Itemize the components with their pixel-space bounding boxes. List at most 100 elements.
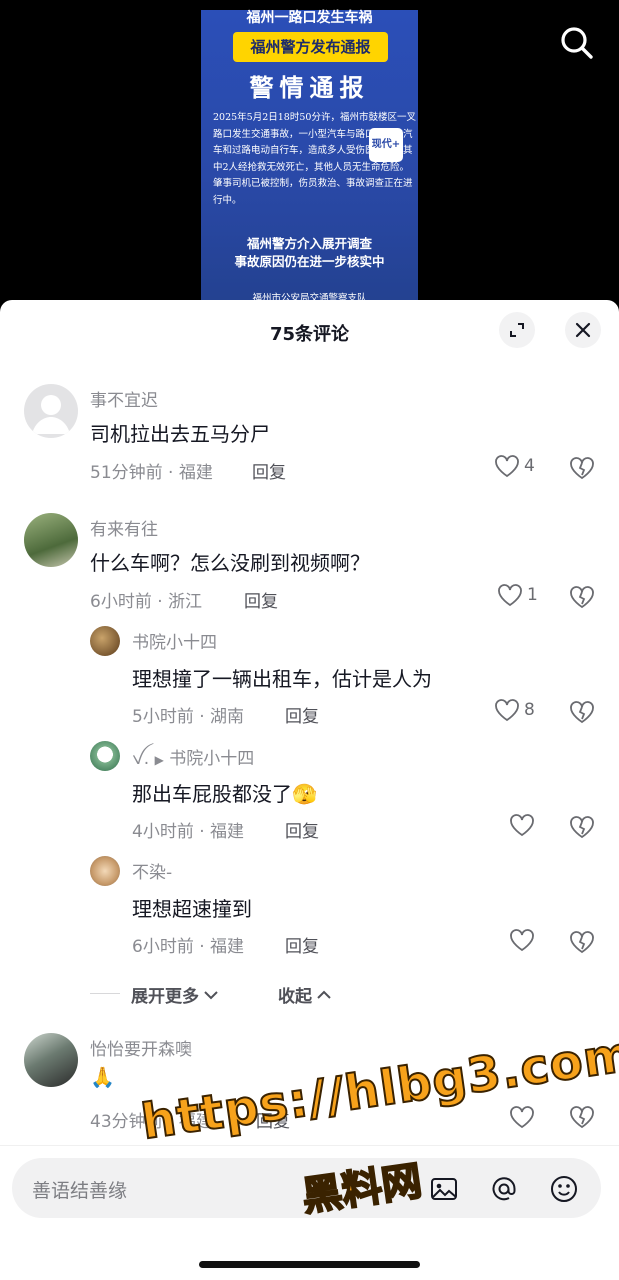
comment-time: 43分钟前 bbox=[90, 1112, 163, 1132]
collapse-label: 收起 bbox=[278, 987, 312, 1007]
like-button[interactable]: 4 bbox=[494, 454, 535, 478]
broken-heart-icon bbox=[570, 701, 594, 724]
expand-more-label: 展开更多 bbox=[131, 987, 199, 1007]
heart-icon bbox=[510, 1106, 534, 1129]
comment-location: 福建 bbox=[210, 822, 245, 842]
reply-item: 书院小十四 理想撞了一辆出租车，估计是人为 5小时前 · 湖南 回复 8 bbox=[0, 626, 619, 736]
comment-text[interactable]: 那出车屁股都没了🫣 bbox=[132, 778, 317, 807]
comment-username[interactable]: 书院小十四 bbox=[132, 628, 217, 653]
avatar[interactable] bbox=[90, 856, 120, 886]
search-icon[interactable] bbox=[558, 24, 596, 62]
expand-more-button[interactable]: 展开更多 bbox=[131, 982, 219, 1007]
close-icon bbox=[575, 322, 591, 338]
at-icon[interactable] bbox=[489, 1174, 519, 1204]
emoji-icon[interactable] bbox=[549, 1174, 579, 1204]
comment-text[interactable]: 司机拉出去五马分尸 bbox=[90, 418, 270, 447]
comment-location: 福建 bbox=[210, 937, 245, 957]
comment-time: 4小时前 bbox=[132, 822, 194, 842]
comment-username[interactable]: 事不宜迟 bbox=[90, 386, 158, 411]
video-player[interactable]: 福州一路口发生车祸 福州警方发布通报 警情通报 2025年5月2日18时50分许… bbox=[0, 0, 619, 320]
broken-heart-icon bbox=[570, 586, 594, 609]
home-indicator bbox=[199, 1261, 420, 1268]
poster-headline: 福州一路口发生车祸 bbox=[246, 10, 373, 26]
poster-subhead-1: 福州警方介入展开调查 bbox=[246, 236, 372, 251]
reply-button[interactable]: 回复 bbox=[285, 817, 319, 842]
comment-time: 5小时前 bbox=[132, 707, 194, 727]
expand-icon bbox=[510, 323, 524, 337]
broken-heart-icon bbox=[570, 1106, 594, 1129]
heart-icon bbox=[495, 455, 519, 478]
like-button[interactable] bbox=[509, 928, 535, 952]
comment-time: 51分钟前 bbox=[90, 463, 163, 483]
avatar[interactable] bbox=[24, 1033, 78, 1087]
reply-button[interactable]: 回复 bbox=[244, 587, 278, 612]
comment-text[interactable]: 理想超速撞到 bbox=[132, 893, 252, 922]
dislike-button[interactable] bbox=[569, 456, 595, 484]
like-button[interactable]: 8 bbox=[494, 698, 535, 722]
heart-icon bbox=[510, 814, 534, 837]
replies-toggle-row: 展开更多 收起 bbox=[90, 980, 390, 1008]
comments-sheet: 75条评论 事不宜迟 司机拉出去五马分尸 51分钟前 · 福建 回复 4 有来有… bbox=[0, 300, 619, 1280]
comment-text[interactable]: 什么车啊？怎么没刷到视频啊？ bbox=[90, 547, 370, 576]
reply-button[interactable]: 回复 bbox=[256, 1107, 290, 1132]
chevron-up-icon bbox=[317, 990, 331, 999]
poster-subhead-2: 事故原因仍在进一步核实中 bbox=[234, 254, 385, 269]
dislike-button[interactable] bbox=[569, 815, 595, 843]
comment-meta: 51分钟前 · 福建 bbox=[90, 463, 213, 483]
comment-meta: 43分钟前 · 福建 bbox=[90, 1112, 213, 1132]
divider bbox=[90, 993, 120, 994]
comment-text[interactable]: 🙏 bbox=[90, 1065, 115, 1089]
like-button[interactable] bbox=[509, 1105, 535, 1129]
expand-button[interactable] bbox=[499, 312, 535, 348]
comment-text-content: 那出车屁股都没了 bbox=[132, 782, 292, 806]
emoji: 🫣 bbox=[292, 782, 317, 806]
comment-username[interactable]: 有来有往 bbox=[90, 515, 158, 540]
dislike-button[interactable] bbox=[569, 585, 595, 613]
reply-button[interactable]: 回复 bbox=[252, 458, 286, 483]
comment-input[interactable]: 善语结善缘 bbox=[12, 1158, 601, 1218]
reply-arrow-icon: ▶ bbox=[154, 753, 164, 767]
heart-icon bbox=[495, 699, 519, 722]
comment-username[interactable]: 怡怡要开森噢 bbox=[90, 1035, 192, 1060]
comment-username: ꪜ. ▶ 书院小十四 bbox=[132, 743, 254, 778]
comment-time: 6小时前 bbox=[90, 592, 152, 612]
reply-button[interactable]: 回复 bbox=[285, 702, 319, 727]
collapse-button[interactable]: 收起 bbox=[278, 982, 332, 1007]
avatar[interactable] bbox=[24, 513, 78, 567]
comment-time: 6小时前 bbox=[132, 937, 194, 957]
comment-meta: 4小时前 · 福建 bbox=[132, 822, 245, 842]
broken-heart-icon bbox=[570, 931, 594, 954]
comment-location: 福建 bbox=[178, 463, 213, 483]
image-icon[interactable] bbox=[429, 1174, 459, 1204]
comment-location: 湖南 bbox=[210, 707, 245, 727]
like-count: 1 bbox=[527, 585, 538, 605]
dislike-button[interactable] bbox=[569, 930, 595, 958]
chevron-down-icon bbox=[204, 990, 218, 999]
comment-meta: 6小时前 · 浙江 bbox=[90, 592, 203, 612]
avatar[interactable] bbox=[24, 384, 78, 438]
like-button[interactable] bbox=[509, 813, 535, 837]
comment-meta: 6小时前 · 福建 bbox=[132, 937, 245, 957]
comment-text[interactable]: 理想撞了一辆出租车，估计是人为 bbox=[132, 663, 432, 692]
avatar[interactable] bbox=[90, 626, 120, 656]
like-button[interactable]: 1 bbox=[497, 583, 538, 607]
heart-icon bbox=[498, 584, 522, 607]
comment-item: 怡怡要开森噢 🙏 43分钟前 · 福建 回复 bbox=[0, 1033, 619, 1143]
reply-to-username[interactable]: 书院小十四 bbox=[169, 749, 254, 769]
comment-username[interactable]: 不染- bbox=[132, 858, 172, 883]
sheet-header: 75条评论 bbox=[0, 300, 619, 362]
comment-item: 事不宜迟 司机拉出去五马分尸 51分钟前 · 福建 回复 4 bbox=[0, 384, 619, 494]
reply-item: ꪜ. ▶ 书院小十四 那出车屁股都没了🫣 4小时前 · 福建 回复 bbox=[0, 741, 619, 851]
reply-button[interactable]: 回复 bbox=[285, 932, 319, 957]
dislike-button[interactable] bbox=[569, 1105, 595, 1133]
comment-meta: 5小时前 · 湖南 bbox=[132, 707, 245, 727]
dislike-button[interactable] bbox=[569, 700, 595, 728]
broken-heart-icon bbox=[570, 457, 594, 480]
poster-subhead: 福州警方介入展开调查 事故原因仍在进一步核实中 bbox=[201, 235, 418, 271]
avatar[interactable] bbox=[90, 741, 120, 771]
close-button[interactable] bbox=[565, 312, 601, 348]
like-count: 4 bbox=[524, 456, 535, 476]
comment-input-placeholder: 善语结善缘 bbox=[32, 1180, 128, 1202]
comment-username-text[interactable]: ꪜ. bbox=[132, 749, 149, 769]
comment-input-bar: 善语结善缘 bbox=[0, 1145, 619, 1280]
